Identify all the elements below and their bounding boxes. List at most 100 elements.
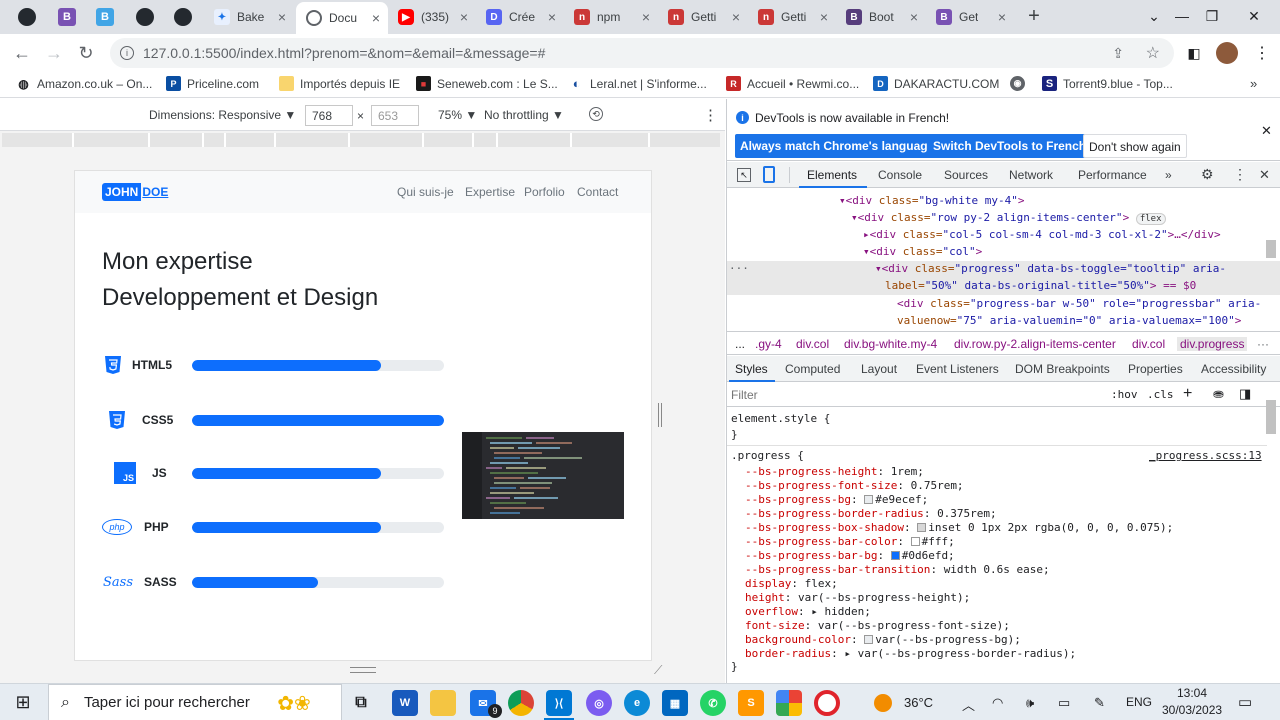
breadcrumb-item[interactable]: ... xyxy=(735,337,745,351)
github-icon[interactable] xyxy=(136,8,154,26)
element-style-rule[interactable]: element.style { xyxy=(731,412,830,425)
address-bar[interactable]: i 127.0.0.1:5500/index.html?prenom=&nom=… xyxy=(110,38,1174,68)
notification-icon[interactable]: ▭ xyxy=(1238,693,1252,711)
css-declaration[interactable]: --bs-progress-bg: #e9ecef; xyxy=(745,493,928,506)
close-icon[interactable]: × xyxy=(642,9,650,25)
side-panel-icon[interactable]: ◧ xyxy=(1182,41,1206,65)
forward-arrow-icon[interactable]: → xyxy=(42,41,66,65)
bookmark-globe[interactable]: ◉ xyxy=(1010,76,1025,91)
bootstrap-icon[interactable]: B xyxy=(58,8,76,26)
color-swatch-icon[interactable] xyxy=(910,537,920,546)
css-declaration[interactable]: --bs-progress-height: 1rem; xyxy=(745,465,924,478)
css-declaration[interactable]: --bs-progress-bar-color: #fff; xyxy=(745,535,955,548)
nav-link-expertise[interactable]: Expertise xyxy=(465,185,515,199)
zoom-dropdown[interactable]: 75% ▼ xyxy=(438,108,477,122)
battery-icon[interactable]: ▭ xyxy=(1058,695,1070,711)
tab-docu[interactable]: Docu × xyxy=(296,2,388,34)
add-rule-icon[interactable]: + xyxy=(1183,385,1192,403)
github-icon[interactable] xyxy=(18,8,36,26)
file-explorer-icon[interactable]: ▬ xyxy=(430,690,456,716)
weather-icon[interactable] xyxy=(874,694,892,712)
close-icon[interactable]: × xyxy=(372,10,380,26)
resize-handle-bottom[interactable] xyxy=(350,667,376,673)
tab-performance[interactable]: Performance xyxy=(1078,168,1147,182)
hov-toggle[interactable]: :hov xyxy=(1111,388,1138,401)
url-text[interactable]: 127.0.0.1:5500/index.html?prenom=&nom=&e… xyxy=(143,45,545,61)
site-logo[interactable]: JOHN DOE xyxy=(102,183,169,201)
new-tab-button[interactable]: + xyxy=(1022,4,1046,28)
dom-node[interactable]: <div class="progress-bar w-50" role="pro… xyxy=(897,297,1261,310)
css-declaration[interactable]: --bs-progress-font-size: 0.75rem; xyxy=(745,479,964,492)
minimize-button[interactable]: — xyxy=(1168,4,1196,28)
bookmark-priceline[interactable]: P Priceline.com xyxy=(166,76,259,91)
chrome-icon[interactable] xyxy=(508,690,534,716)
reload-icon[interactable]: ↻ xyxy=(74,41,98,65)
tab-console[interactable]: Console xyxy=(878,168,922,182)
more-crumbs-icon[interactable]: ··· xyxy=(1257,337,1269,351)
close-icon[interactable]: × xyxy=(910,9,918,25)
css-declaration[interactable]: background-color: var(--bs-progress-bg); xyxy=(745,633,1021,646)
menu-kebab-icon[interactable]: ⋮ xyxy=(1250,41,1274,65)
sidebar-toggle-icon[interactable]: ◨ xyxy=(1239,386,1251,402)
height-input[interactable]: 653 xyxy=(371,105,419,126)
word-icon[interactable]: W xyxy=(392,690,418,716)
windows-start-icon[interactable]: ⊞ xyxy=(14,692,32,712)
chevron-up-icon[interactable]: ︿ xyxy=(962,695,975,714)
css-declaration[interactable]: --bs-progress-border-radius: 0.375rem; xyxy=(745,507,997,520)
close-devtools-icon[interactable]: ✕ xyxy=(1259,167,1270,183)
css-declaration[interactable]: height: var(--bs-progress-height); xyxy=(745,591,970,604)
css-declaration[interactable]: border-radius: ▸ var(--bs-progress-borde… xyxy=(745,647,1076,660)
temperature[interactable]: 36°C xyxy=(904,695,933,710)
close-icon[interactable]: × xyxy=(460,9,468,25)
color-swatch-icon[interactable] xyxy=(890,551,900,560)
device-toggle-icon[interactable] xyxy=(763,166,775,183)
breadcrumb-item[interactable]: div.col xyxy=(796,337,829,351)
color-swatch-icon[interactable] xyxy=(864,635,874,644)
tab-cree[interactable]: D Crée × xyxy=(476,0,564,34)
dom-node[interactable]: ▾<div class="row py-2 align-items-center… xyxy=(851,211,1166,225)
tab-search-icon[interactable]: ⌄ xyxy=(1140,4,1168,28)
tab-bake[interactable]: ✦ Bake × xyxy=(204,0,294,34)
dom-node[interactable]: ▾<div class="bg-white my-4"> xyxy=(839,194,1024,207)
subtab-dom-breakpoints[interactable]: DOM Breakpoints xyxy=(1015,362,1110,376)
nav-link-porfolio[interactable]: Porfolio xyxy=(524,185,565,199)
taskbar-search[interactable]: ⌕ Taper ici pour rechercher ✿❀ xyxy=(48,684,342,720)
always-match-language-button[interactable]: Always match Chrome's language xyxy=(735,134,940,158)
tab-elements[interactable]: Elements xyxy=(807,168,857,182)
more-tabs-icon[interactable]: » xyxy=(1165,168,1172,182)
css-declaration[interactable]: overflow: ▸ hidden; xyxy=(745,605,871,618)
bookmark-rewmi[interactable]: R Accueil • Rewmi.co... xyxy=(726,76,859,91)
css-declaration[interactable]: --bs-progress-box-shadow: inset 0 1px 2p… xyxy=(745,521,1173,534)
styles-scrollbar[interactable] xyxy=(1266,400,1276,434)
tab-network[interactable]: Network xyxy=(1009,168,1053,182)
wifi-icon[interactable]: ◠ xyxy=(992,695,1003,711)
node-ellipsis[interactable]: ··· xyxy=(729,262,749,275)
subtab-styles[interactable]: Styles xyxy=(735,362,768,376)
opera-icon[interactable] xyxy=(814,690,840,716)
clock-date[interactable]: 30/03/2023 xyxy=(1162,703,1222,717)
chevron-right-icon[interactable]: » xyxy=(1250,76,1257,91)
css-declaration[interactable]: --bs-progress-bar-bg: #0d6efd; xyxy=(745,549,955,562)
throttle-dropdown[interactable]: No throttling ▼ xyxy=(484,108,564,122)
clock-time[interactable]: 13:04 xyxy=(1177,686,1207,700)
bookmark-seneweb[interactable]: ■ Seneweb.com : Le S... xyxy=(416,76,558,91)
info-icon[interactable]: i xyxy=(120,46,134,60)
tab-boot[interactable]: B Boot × xyxy=(836,0,926,34)
breadcrumb-item[interactable]: .gy-4 xyxy=(755,337,782,351)
width-input[interactable]: 768 xyxy=(305,105,353,126)
close-window-button[interactable]: ✕ xyxy=(1240,4,1268,28)
dont-show-again-button[interactable]: Don't show again xyxy=(1083,134,1187,158)
elements-scrollbar[interactable] xyxy=(1266,240,1276,258)
bookmark-folder-ie[interactable]: ▬ Importés depuis IE xyxy=(279,76,400,91)
tab-getting-2[interactable]: n Getti × xyxy=(748,0,836,34)
whatsapp-icon[interactable]: ✆ xyxy=(700,690,726,716)
flex-badge[interactable]: flex xyxy=(1135,213,1166,225)
subtab-properties[interactable]: Properties xyxy=(1128,362,1183,376)
pinwheel-icon[interactable] xyxy=(776,690,802,716)
pen-icon[interactable]: ✎ xyxy=(1094,695,1105,711)
breadcrumb-item[interactable]: div.bg-white.my-4 xyxy=(844,337,937,351)
subtab-layout[interactable]: Layout xyxy=(861,362,897,376)
dimensions-dropdown[interactable]: Dimensions: Responsive ▼ xyxy=(149,108,296,122)
subtab-computed[interactable]: Computed xyxy=(785,362,840,376)
devtools-menu-icon[interactable]: ⋮ xyxy=(1233,166,1247,183)
